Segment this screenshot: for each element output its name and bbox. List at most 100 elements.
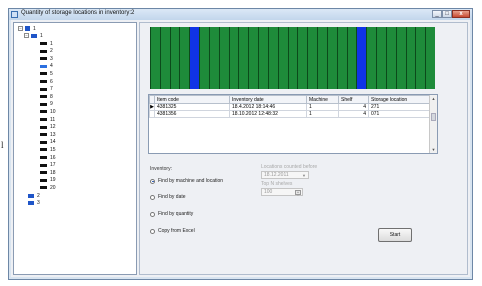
date-picker[interactable]: 18.12.2011 ▼ bbox=[261, 171, 309, 179]
tree-node[interactable]: 5 bbox=[40, 70, 53, 77]
tree-label: 1 bbox=[40, 32, 43, 39]
shelf-slot-occupied[interactable] bbox=[248, 27, 258, 89]
tree-node[interactable]: −1 bbox=[18, 25, 36, 32]
shelf-slot-occupied[interactable] bbox=[208, 27, 219, 89]
cell-shelf[interactable]: 4 bbox=[338, 110, 369, 118]
tree-node[interactable]: 2 bbox=[40, 48, 53, 55]
tree-node[interactable]: 12 bbox=[40, 124, 56, 131]
shelf-slot-occupied[interactable] bbox=[150, 27, 160, 89]
shelf-slot-occupied[interactable] bbox=[405, 27, 416, 89]
grid-scrollbar[interactable]: ▲ ▼ bbox=[429, 95, 437, 153]
tree-node[interactable]: 13 bbox=[40, 131, 56, 138]
scroll-up-icon[interactable]: ▲ bbox=[430, 95, 437, 102]
column-header-shelf[interactable]: Shelf bbox=[338, 95, 369, 104]
radio-indicator[interactable] bbox=[150, 178, 155, 184]
shelf-slot-occupied[interactable] bbox=[258, 27, 268, 89]
table-row[interactable]: 4381356 18.10.2012 12:48:32 1 4 071 bbox=[149, 110, 434, 118]
scroll-down-icon[interactable]: ▼ bbox=[430, 146, 437, 153]
tree-node[interactable]: 8 bbox=[40, 93, 53, 100]
shelf-slot-occupied[interactable] bbox=[218, 27, 229, 89]
column-header-inventory-date[interactable]: Inventory date bbox=[229, 95, 307, 104]
shelf-slot-occupied[interactable] bbox=[395, 27, 406, 89]
shelf-visualization[interactable] bbox=[150, 27, 435, 89]
shelf-slot-occupied[interactable] bbox=[287, 27, 298, 89]
tree-node[interactable]: 3 bbox=[40, 55, 53, 62]
tree-node[interactable]: 20 bbox=[40, 184, 56, 191]
tree-node[interactable]: 6 bbox=[40, 78, 53, 85]
shelf-slot-occupied[interactable] bbox=[317, 27, 327, 89]
shelf-slot-occupied[interactable] bbox=[238, 27, 248, 89]
shelf-slot-occupied[interactable] bbox=[297, 27, 307, 89]
column-header-storage-location[interactable]: Storage location bbox=[368, 95, 434, 104]
shelf-slot-occupied[interactable] bbox=[179, 27, 189, 89]
shelf-slot-occupied[interactable] bbox=[385, 27, 396, 89]
shelf-slot-occupied[interactable] bbox=[326, 27, 337, 89]
stepper-arrows-icon[interactable]: ▲ ▼ bbox=[295, 190, 301, 197]
cell-machine[interactable]: 1 bbox=[306, 110, 339, 118]
close-button[interactable]: x bbox=[452, 10, 470, 18]
shelf-slot-occupied[interactable] bbox=[228, 27, 239, 89]
start-button[interactable]: Start bbox=[378, 228, 412, 242]
tree-node[interactable]: 4 bbox=[40, 63, 53, 70]
cell-inventory-date[interactable]: 18.10.2012 12:48:32 bbox=[229, 110, 307, 118]
radio-indicator[interactable] bbox=[150, 194, 155, 200]
tree-node[interactable]: 3 bbox=[28, 199, 40, 206]
tree-node[interactable]: 19 bbox=[40, 177, 56, 184]
tree-node[interactable]: −1 bbox=[24, 32, 43, 39]
radio-find-by-machine[interactable]: Find by machine and location bbox=[150, 178, 223, 184]
radio-indicator[interactable] bbox=[150, 228, 155, 234]
radio-find-by-quantity[interactable]: Find by quantity bbox=[150, 211, 193, 217]
cell-machine[interactable]: 1 bbox=[306, 103, 339, 111]
expand-icon[interactable]: − bbox=[24, 33, 29, 38]
shelf-slot-occupied[interactable] bbox=[376, 27, 386, 89]
tree-node[interactable]: 16 bbox=[40, 154, 56, 161]
shelf-slot-occupied[interactable] bbox=[159, 27, 170, 89]
tree-node[interactable]: 15 bbox=[40, 146, 56, 153]
expand-icon[interactable]: − bbox=[18, 26, 23, 31]
inventory-grid[interactable]: Item code Inventory date Machine Shelf S… bbox=[148, 94, 438, 154]
tree-node[interactable]: 9 bbox=[40, 101, 53, 108]
shelf-slot-occupied[interactable] bbox=[346, 27, 357, 89]
scroll-thumb[interactable] bbox=[431, 113, 436, 121]
maximize-button[interactable]: □ bbox=[442, 10, 452, 18]
tree-node[interactable]: 10 bbox=[40, 108, 56, 115]
table-row[interactable]: ▶ 4381325 18.4.2012 18:14:46 1 4 271 bbox=[149, 103, 434, 111]
shelf-slot-occupied[interactable] bbox=[366, 27, 376, 89]
shelf-slot-occupied[interactable] bbox=[415, 27, 425, 89]
shelf-slot-occupied[interactable] bbox=[267, 27, 278, 89]
shelf-slot-occupied[interactable] bbox=[425, 27, 435, 89]
tree-node[interactable]: 1 bbox=[40, 40, 53, 47]
shelf-slot-free[interactable] bbox=[356, 27, 367, 89]
tree-node[interactable]: 14 bbox=[40, 139, 56, 146]
radio-find-by-date[interactable]: Find by date bbox=[150, 194, 186, 200]
shelf-slot-occupied[interactable] bbox=[169, 27, 180, 89]
shelf-slot-occupied[interactable] bbox=[199, 27, 209, 89]
column-header-machine[interactable]: Machine bbox=[306, 95, 339, 104]
radio-indicator[interactable] bbox=[150, 211, 155, 217]
radio-copy-from-excel[interactable]: Copy from Excel bbox=[150, 228, 195, 234]
shelf-slot-free[interactable] bbox=[189, 27, 200, 89]
tree-label: 19 bbox=[50, 177, 56, 184]
cell-storage-location[interactable]: 071 bbox=[368, 110, 434, 118]
shelf-slot-occupied[interactable] bbox=[277, 27, 288, 89]
tree-node[interactable]: 17 bbox=[40, 162, 56, 169]
tree-label: 4 bbox=[50, 63, 53, 70]
cell-item-code[interactable]: 4381356 bbox=[154, 110, 230, 118]
cell-item-code[interactable]: 4381325 bbox=[154, 103, 230, 111]
tree-node[interactable]: 11 bbox=[40, 116, 55, 123]
minimize-button[interactable]: _ bbox=[432, 10, 442, 18]
tree-node[interactable]: 7 bbox=[40, 86, 53, 93]
shelf-slot-occupied[interactable] bbox=[336, 27, 347, 89]
shelf-slot-occupied[interactable] bbox=[307, 27, 317, 89]
chevron-down-icon[interactable]: ▼ bbox=[301, 173, 307, 178]
top-shelves-stepper[interactable]: 100 ▲ ▼ bbox=[261, 188, 303, 197]
tree-label: 16 bbox=[50, 154, 56, 161]
tree-node[interactable]: 18 bbox=[40, 169, 56, 176]
cell-inventory-date[interactable]: 18.4.2012 18:14:46 bbox=[229, 103, 307, 111]
tree-label: 11 bbox=[50, 116, 56, 123]
tree-node[interactable]: 2 bbox=[28, 192, 40, 199]
location-tree[interactable]: −1−1 1 2 3 4 5 6 7 8 9 10 11 12 13 14 15 16 17 18 19 20 2 3 bbox=[13, 22, 137, 275]
cell-shelf[interactable]: 4 bbox=[338, 103, 369, 111]
cell-storage-location[interactable]: 271 bbox=[368, 103, 434, 111]
column-header-item-code[interactable]: Item code bbox=[154, 95, 230, 104]
